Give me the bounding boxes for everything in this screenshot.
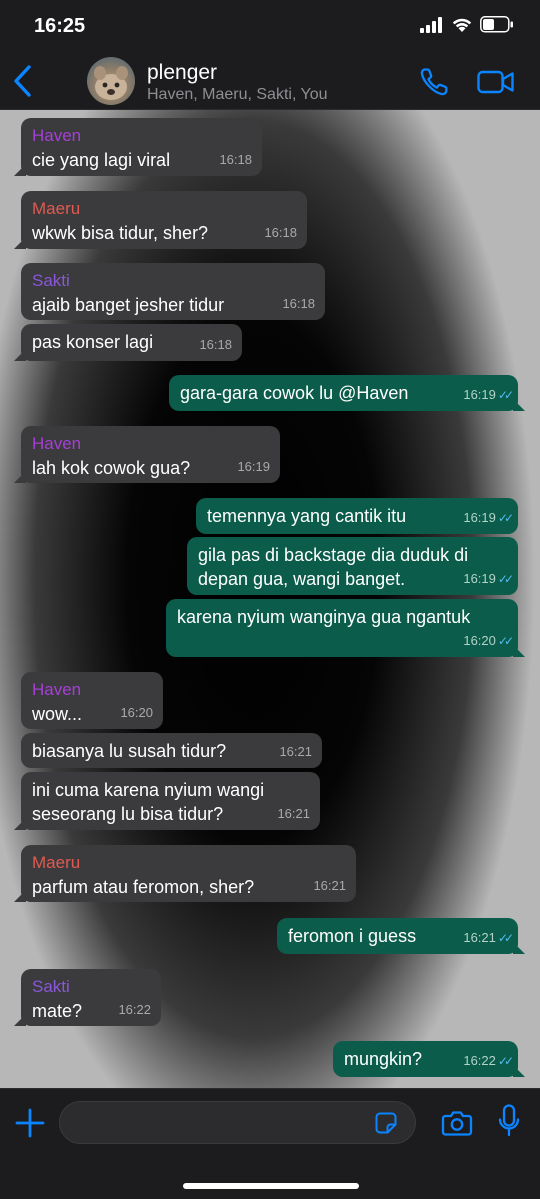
message-sender: Haven: [32, 680, 82, 699]
status-icons: [420, 16, 514, 33]
message-sender: Maeru: [32, 853, 81, 872]
bubble-tail: [14, 164, 26, 176]
bubble-tail: [14, 237, 26, 249]
message-sender: Haven: [32, 126, 82, 145]
chevron-left-icon[interactable]: [10, 64, 36, 98]
message-bubble-incoming[interactable]: Haven lah kok cowok gua? 16:19: [14, 426, 280, 483]
bubble-tail: [14, 349, 26, 361]
message-bubble-incoming[interactable]: pas konser lagi 16:18: [14, 324, 242, 361]
message-text: wkwk bisa tidur, sher?: [32, 223, 209, 243]
message-sender: Sakti: [32, 977, 70, 996]
message-time: 16:19 ✓✓: [463, 383, 514, 407]
message-time: 16:18: [199, 337, 232, 352]
chat-header: plenger Haven, Maeru, Sakti, You: [0, 52, 540, 110]
message-sender: Haven: [32, 434, 82, 453]
microphone-icon[interactable]: [498, 1104, 520, 1140]
camera-icon[interactable]: [441, 1108, 473, 1138]
wifi-icon: [452, 18, 472, 32]
message-time-value: 16:19: [463, 510, 496, 525]
message-bubble-outgoing[interactable]: mungkin? 16:22 ✓✓: [333, 1041, 525, 1077]
message-text: ini cuma karena nyium wangi seseorang lu…: [32, 780, 265, 824]
message-time: 16:18: [219, 152, 252, 167]
message-time-value: 16:22: [463, 1053, 496, 1068]
phone-icon[interactable]: [418, 66, 450, 98]
message-time: 16:19 ✓✓: [463, 567, 514, 591]
status-bar: 16:25: [0, 0, 540, 52]
message-text: ajaib banget jesher tidur: [32, 295, 225, 315]
bubble-tail: [14, 471, 26, 483]
avatar-image: [94, 66, 128, 100]
message-text: biasanya lu susah tidur?: [32, 741, 227, 761]
message-bubble-outgoing[interactable]: feromon i guess 16:21 ✓✓: [277, 918, 525, 954]
message-bubble-incoming[interactable]: Sakti mate? 16:22: [14, 969, 161, 1026]
signal-icon: [420, 16, 442, 33]
message-time: 16:21: [313, 878, 346, 893]
message-time: 16:18: [264, 225, 297, 240]
group-avatar[interactable]: [87, 57, 135, 105]
message-text: gara-gara cowok lu @Haven: [180, 383, 409, 403]
bubble-tail: [14, 890, 26, 902]
bubble-tail: [14, 1014, 26, 1026]
bubble-tail: [513, 942, 525, 954]
sticker-icon[interactable]: [374, 1111, 398, 1135]
message-time: 16:21: [279, 744, 312, 759]
message-time-value: 16:19: [463, 571, 496, 586]
plus-icon[interactable]: [14, 1107, 46, 1139]
message-time: 16:18: [282, 296, 315, 311]
message-text: gila pas di backstage dia duduk di depan…: [198, 545, 469, 589]
message-time: 16:22: [118, 1002, 151, 1017]
message-text: karena nyium wanginya gua ngantuk: [177, 607, 471, 627]
message-bubble-outgoing[interactable]: temennya yang cantik itu 16:19 ✓✓: [196, 498, 518, 534]
message-text: parfum atau feromon, sher?: [32, 877, 255, 897]
chat-members[interactable]: Haven, Maeru, Sakti, You: [147, 86, 328, 104]
message-time-value: 16:19: [463, 387, 496, 402]
message-bubble-outgoing[interactable]: karena nyium wanginya gua ngantuk 16:20 ✓…: [166, 599, 525, 657]
status-time: 16:25: [34, 15, 86, 37]
message-bubble-outgoing[interactable]: gara-gara cowok lu @Haven 16:19 ✓✓: [169, 375, 525, 411]
message-sender: Sakti: [32, 271, 70, 290]
home-indicator: [183, 1183, 359, 1189]
message-time: 16:19: [237, 459, 270, 474]
message-time: 16:22 ✓✓: [463, 1049, 514, 1073]
video-camera-icon[interactable]: [477, 68, 515, 96]
read-ticks-icon: ✓✓: [497, 634, 514, 648]
message-sender: Maeru: [32, 199, 81, 218]
message-text: temennya yang cantik itu: [207, 506, 407, 526]
message-time: 16:19 ✓✓: [463, 506, 514, 530]
battery-icon: [480, 16, 513, 33]
message-bubble-outgoing[interactable]: gila pas di backstage dia duduk di depan…: [187, 537, 518, 595]
message-time-value: 16:20: [463, 633, 496, 648]
message-text: lah kok cowok gua?: [32, 458, 191, 478]
message-bubble-incoming[interactable]: biasanya lu susah tidur? 16:21: [21, 733, 322, 768]
read-ticks-icon: ✓✓: [497, 572, 514, 586]
bubble-tail: [14, 818, 26, 830]
bubble-tail: [513, 645, 525, 657]
message-text: cie yang lagi viral: [32, 150, 171, 170]
message-bubble-incoming[interactable]: Haven wow... 16:20: [21, 672, 163, 729]
read-ticks-icon: ✓✓: [497, 931, 514, 945]
message-input[interactable]: [59, 1101, 416, 1144]
message-bubble-incoming[interactable]: Maeru wkwk bisa tidur, sher? 16:18: [14, 191, 307, 249]
message-bubble-incoming[interactable]: Haven cie yang lagi viral 16:18: [14, 118, 262, 176]
chat-messages[interactable]: Haven cie yang lagi viral 16:18 Maeru wk…: [0, 110, 540, 1088]
message-time: 16:21 ✓✓: [463, 926, 514, 950]
chat-title[interactable]: plenger: [147, 61, 217, 85]
message-time: 16:21: [277, 806, 310, 821]
message-input-bar: [0, 1088, 540, 1199]
message-bubble-incoming[interactable]: ini cuma karena nyium wangi seseorang lu…: [14, 772, 320, 830]
message-time-value: 16:21: [463, 930, 496, 945]
message-bubble-incoming[interactable]: Maeru parfum atau feromon, sher? 16:21: [14, 845, 356, 902]
read-ticks-icon: ✓✓: [497, 1054, 514, 1068]
bubble-tail: [513, 1065, 525, 1077]
read-ticks-icon: ✓✓: [497, 511, 514, 525]
message-time: 16:20: [120, 705, 153, 720]
message-bubble-incoming[interactable]: Sakti ajaib banget jesher tidur 16:18: [21, 263, 325, 320]
message-time: 16:20 ✓✓: [463, 629, 514, 653]
read-ticks-icon: ✓✓: [497, 388, 514, 402]
bubble-tail: [513, 399, 525, 411]
